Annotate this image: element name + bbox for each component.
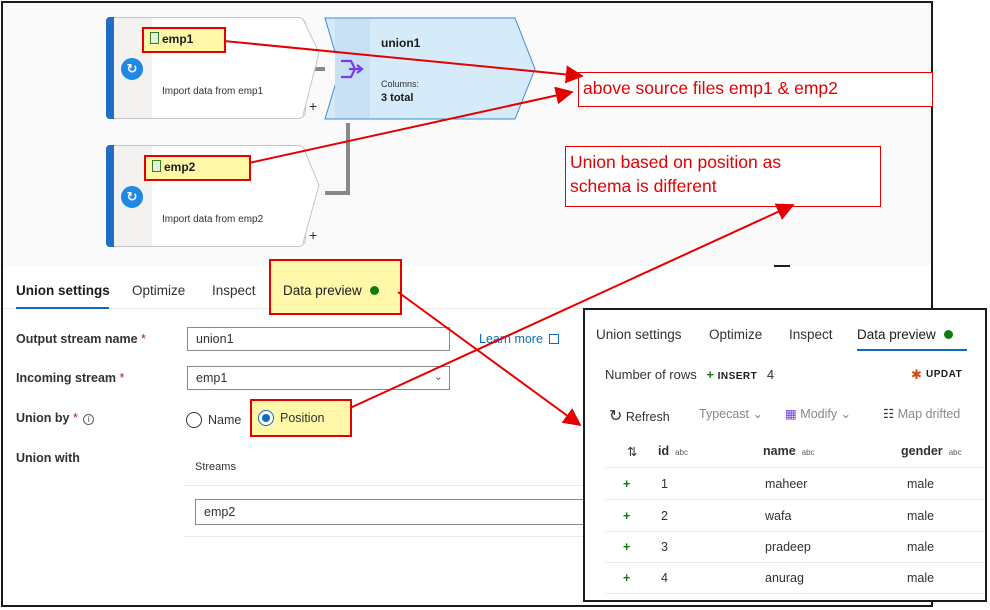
insert-plus-icon: + [623, 509, 631, 523]
streams-column-header: Streams [195, 461, 236, 473]
incoming-stream-select[interactable]: emp1 ⌄ [187, 366, 450, 390]
inset-active-tab-indicator [857, 349, 967, 351]
incoming-stream-label: Incoming stream * [16, 371, 125, 385]
union-with-label: Union with [16, 451, 80, 465]
union-by-label: Union by * i [16, 411, 95, 425]
row-count-summary: Number of rows + INSERT 4 ✱ UPDAT [605, 367, 963, 382]
column-header-gender[interactable]: gender abc [901, 444, 962, 458]
union-columns-value: 3 total [381, 92, 414, 104]
typecast-button[interactable]: Typecast ⌄ [699, 406, 763, 421]
active-tab-indicator [16, 307, 109, 309]
union-by-position-radio[interactable]: Position [250, 399, 352, 437]
dataflow-canvas: ↻ Import data from emp1 emp1 + ↻ Import … [3, 3, 931, 267]
chevron-down-icon: ⌄ [433, 371, 443, 383]
annotation-union-position: Union based on position as schema is diff… [565, 146, 881, 207]
tab-optimize[interactable]: Optimize [132, 283, 185, 298]
union-columns-label: Columns: [381, 79, 420, 89]
inset-tab-optimize[interactable]: Optimize [709, 327, 762, 342]
external-link-icon [549, 334, 560, 344]
tab-inspect[interactable]: Inspect [212, 283, 256, 298]
data-preview-panel: Union settings Optimize Inspect Data pre… [583, 308, 987, 602]
column-header-id[interactable]: id abc [658, 444, 688, 458]
update-asterisk-icon: ✱ [911, 367, 922, 382]
output-stream-input[interactable]: union1 [187, 327, 450, 351]
sort-icon[interactable]: ⇅ [627, 444, 637, 459]
column-header-name[interactable]: name abc [763, 444, 815, 458]
tab-data-preview-label: Data preview [283, 283, 362, 298]
chevron-down-icon: ⌄ [752, 407, 763, 421]
output-stream-label: Output stream name * [16, 332, 146, 346]
preview-grid-header: ⇅ id abc name abc gender abc [605, 432, 985, 468]
inset-tab-data-preview[interactable]: Data preview [857, 327, 953, 342]
refresh-icon: ↻ [609, 408, 623, 425]
table-row: + 4 anurag male [605, 563, 985, 594]
stream-select[interactable]: emp2 [195, 499, 595, 525]
info-icon: i [83, 414, 95, 425]
inset-tab-union-settings[interactable]: Union settings [596, 327, 682, 342]
map-drifted-icon: ☷ [883, 407, 895, 421]
modify-icon: ▦ [785, 407, 797, 421]
union-node[interactable]: union1 Columns: 3 total [323, 18, 535, 119]
radio-icon [186, 412, 202, 428]
stream-row: emp2 [183, 485, 595, 537]
table-row: + 1 maheer male [605, 469, 985, 500]
tab-data-preview[interactable]: Data preview [269, 259, 402, 315]
annotation-source-files: above source files emp1 & emp2 [578, 72, 933, 107]
map-drifted-button[interactable]: ☷ Map drifted [883, 406, 960, 421]
status-dot-icon [369, 286, 379, 295]
settings-tab-bar: Union settings Optimize Inspect Data pre… [3, 259, 931, 315]
table-row: + 3 pradeep male [605, 532, 985, 563]
status-dot-icon [943, 330, 953, 339]
insert-plus-icon: + [623, 477, 631, 491]
refresh-button[interactable]: ↻ Refresh [609, 406, 670, 426]
union-by-name-radio[interactable]: Name [186, 412, 241, 428]
insert-plus-icon: + [706, 367, 714, 382]
chevron-down-icon: ⌄ [840, 407, 852, 421]
insert-plus-icon: + [623, 540, 631, 554]
union-node-title: union1 [381, 36, 421, 50]
background-strip [935, 0, 990, 305]
table-row: + 2 wafa male [605, 501, 985, 532]
inset-tab-inspect[interactable]: Inspect [789, 327, 833, 342]
radio-selected-icon [258, 410, 274, 426]
tab-union-settings[interactable]: Union settings [16, 283, 110, 298]
modify-button[interactable]: ▦ Modify ⌄ [785, 406, 851, 421]
learn-more-link[interactable]: Learn more [479, 332, 560, 346]
insert-plus-icon: + [623, 571, 631, 585]
